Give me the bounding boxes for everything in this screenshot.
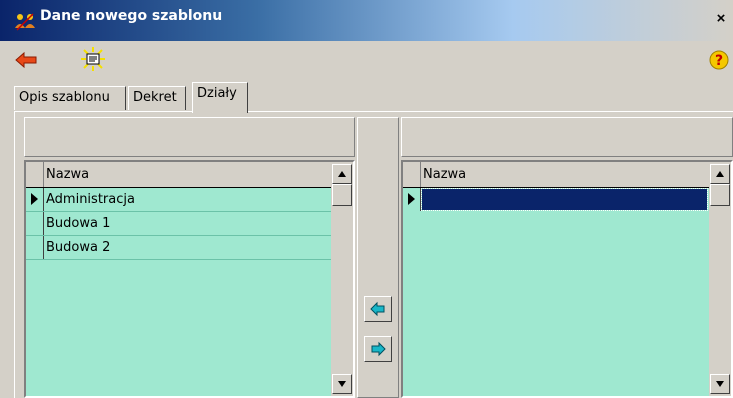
vertical-scrollbar[interactable] xyxy=(709,162,731,396)
row-selector-header xyxy=(26,162,44,187)
right-header-panel xyxy=(401,117,733,157)
department-name: Administracja xyxy=(46,192,135,207)
selected-cell[interactable] xyxy=(421,188,708,211)
close-button[interactable]: × xyxy=(710,8,732,30)
svg-text:?: ? xyxy=(715,53,723,69)
tab-dekret[interactable]: Dekret xyxy=(128,86,186,110)
scroll-down-button[interactable] xyxy=(710,374,730,394)
scroll-up-button[interactable] xyxy=(710,164,730,184)
table-row[interactable]: Budowa 1 xyxy=(26,212,331,236)
row-indicator xyxy=(26,236,44,259)
left-header-panel xyxy=(24,117,355,157)
scroll-down-button[interactable] xyxy=(332,374,352,394)
scrollbar-thumb[interactable] xyxy=(710,184,730,206)
vertical-scrollbar[interactable] xyxy=(331,162,353,396)
column-header-label: Nazwa xyxy=(46,167,90,182)
tab-opis-szablonu[interactable]: Opis szablonu xyxy=(14,86,126,110)
triangle-up-icon xyxy=(338,171,346,177)
close-icon: × xyxy=(716,10,726,27)
people-icon xyxy=(15,13,35,31)
scrollbar-thumb[interactable] xyxy=(332,184,352,206)
triangle-up-icon xyxy=(716,171,724,177)
move-left-button[interactable] xyxy=(364,296,392,322)
triangle-down-icon xyxy=(338,381,346,387)
column-header[interactable]: Nazwa xyxy=(403,162,709,188)
department-name: Budowa 2 xyxy=(46,240,111,255)
row-indicator xyxy=(26,188,44,211)
column-header-label: Nazwa xyxy=(423,167,467,182)
move-right-button[interactable] xyxy=(364,336,392,362)
properties-sheet-icon[interactable] xyxy=(80,46,106,72)
arrow-right-icon xyxy=(371,341,386,357)
window-title: Dane nowego szablonu xyxy=(40,8,223,24)
table-row[interactable]: Administracja xyxy=(26,188,331,212)
row-selector-header xyxy=(403,162,421,187)
arrow-left-icon[interactable] xyxy=(14,50,38,70)
current-row-arrow-icon xyxy=(31,193,38,205)
available-departments-grid[interactable]: Nazwa Administracja Budowa 1 Budowa 2 xyxy=(24,160,355,398)
assigned-departments-grid[interactable]: Nazwa xyxy=(401,160,733,398)
current-row-arrow-icon xyxy=(408,193,415,205)
table-row[interactable]: Budowa 2 xyxy=(26,236,331,260)
table-row[interactable] xyxy=(403,188,709,212)
scroll-up-button[interactable] xyxy=(332,164,352,184)
toolbar xyxy=(0,41,733,78)
help-icon[interactable]: ? xyxy=(708,49,730,71)
row-indicator xyxy=(26,212,44,235)
column-header[interactable]: Nazwa xyxy=(26,162,331,188)
arrow-left-icon xyxy=(370,301,385,317)
tab-dzialy[interactable]: Działy xyxy=(192,82,248,113)
row-indicator xyxy=(403,188,421,211)
triangle-down-icon xyxy=(716,381,724,387)
department-name: Budowa 1 xyxy=(46,216,111,231)
